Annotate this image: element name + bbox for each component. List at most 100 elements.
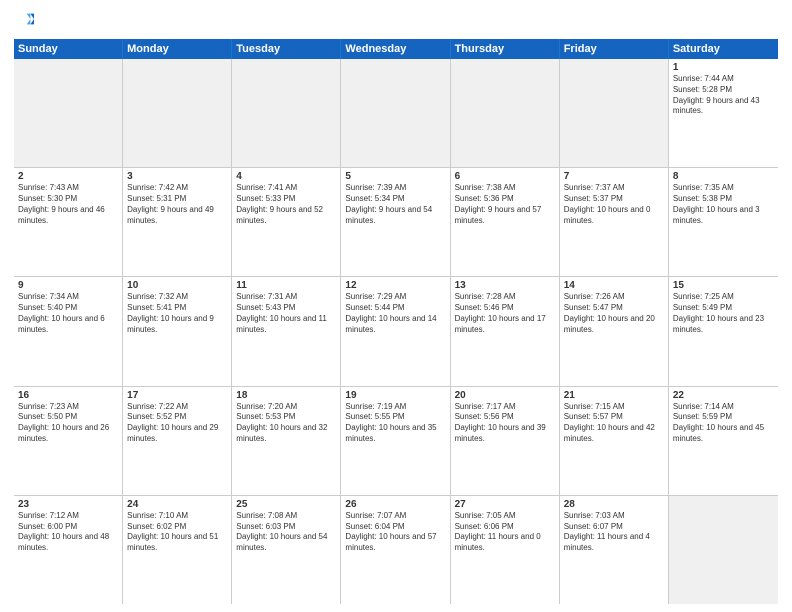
day-number: 9 <box>18 280 118 291</box>
day-cell-20: 20Sunrise: 7:17 AM Sunset: 5:56 PM Dayli… <box>451 387 560 495</box>
day-details: Sunrise: 7:44 AM Sunset: 5:28 PM Dayligh… <box>673 74 774 117</box>
day-cell-21: 21Sunrise: 7:15 AM Sunset: 5:57 PM Dayli… <box>560 387 669 495</box>
calendar-header: SundayMondayTuesdayWednesdayThursdayFrid… <box>14 39 778 59</box>
day-cell-22: 22Sunrise: 7:14 AM Sunset: 5:59 PM Dayli… <box>669 387 778 495</box>
day-number: 10 <box>127 280 227 291</box>
day-number: 13 <box>455 280 555 291</box>
day-details: Sunrise: 7:41 AM Sunset: 5:33 PM Dayligh… <box>236 183 336 226</box>
day-details: Sunrise: 7:25 AM Sunset: 5:49 PM Dayligh… <box>673 292 774 335</box>
logo <box>14 10 34 33</box>
day-details: Sunrise: 7:29 AM Sunset: 5:44 PM Dayligh… <box>345 292 445 335</box>
calendar-row-4: 23Sunrise: 7:12 AM Sunset: 6:00 PM Dayli… <box>14 496 778 604</box>
day-cell-11: 11Sunrise: 7:31 AM Sunset: 5:43 PM Dayli… <box>232 277 341 385</box>
day-number: 20 <box>455 390 555 401</box>
calendar-row-2: 9Sunrise: 7:34 AM Sunset: 5:40 PM Daylig… <box>14 277 778 386</box>
day-details: Sunrise: 7:19 AM Sunset: 5:55 PM Dayligh… <box>345 402 445 445</box>
empty-cell-0-5 <box>560 59 669 167</box>
day-number: 17 <box>127 390 227 401</box>
day-details: Sunrise: 7:32 AM Sunset: 5:41 PM Dayligh… <box>127 292 227 335</box>
day-details: Sunrise: 7:03 AM Sunset: 6:07 PM Dayligh… <box>564 511 664 554</box>
weekday-header-thursday: Thursday <box>451 39 560 59</box>
empty-cell-0-0 <box>14 59 123 167</box>
day-details: Sunrise: 7:14 AM Sunset: 5:59 PM Dayligh… <box>673 402 774 445</box>
day-cell-1: 1Sunrise: 7:44 AM Sunset: 5:28 PM Daylig… <box>669 59 778 167</box>
day-details: Sunrise: 7:37 AM Sunset: 5:37 PM Dayligh… <box>564 183 664 226</box>
calendar-row-3: 16Sunrise: 7:23 AM Sunset: 5:50 PM Dayli… <box>14 387 778 496</box>
day-details: Sunrise: 7:17 AM Sunset: 5:56 PM Dayligh… <box>455 402 555 445</box>
day-number: 14 <box>564 280 664 291</box>
empty-cell-0-4 <box>451 59 560 167</box>
day-details: Sunrise: 7:05 AM Sunset: 6:06 PM Dayligh… <box>455 511 555 554</box>
day-cell-17: 17Sunrise: 7:22 AM Sunset: 5:52 PM Dayli… <box>123 387 232 495</box>
empty-cell-4-6 <box>669 496 778 604</box>
page: SundayMondayTuesdayWednesdayThursdayFrid… <box>0 0 792 612</box>
day-details: Sunrise: 7:08 AM Sunset: 6:03 PM Dayligh… <box>236 511 336 554</box>
day-number: 15 <box>673 280 774 291</box>
day-number: 25 <box>236 499 336 510</box>
day-details: Sunrise: 7:35 AM Sunset: 5:38 PM Dayligh… <box>673 183 774 226</box>
day-number: 1 <box>673 62 774 73</box>
day-cell-19: 19Sunrise: 7:19 AM Sunset: 5:55 PM Dayli… <box>341 387 450 495</box>
weekday-header-sunday: Sunday <box>14 39 123 59</box>
day-number: 18 <box>236 390 336 401</box>
day-cell-13: 13Sunrise: 7:28 AM Sunset: 5:46 PM Dayli… <box>451 277 560 385</box>
day-number: 4 <box>236 171 336 182</box>
day-cell-4: 4Sunrise: 7:41 AM Sunset: 5:33 PM Daylig… <box>232 168 341 276</box>
day-cell-7: 7Sunrise: 7:37 AM Sunset: 5:37 PM Daylig… <box>560 168 669 276</box>
day-number: 21 <box>564 390 664 401</box>
header <box>14 10 778 33</box>
day-cell-12: 12Sunrise: 7:29 AM Sunset: 5:44 PM Dayli… <box>341 277 450 385</box>
day-cell-24: 24Sunrise: 7:10 AM Sunset: 6:02 PM Dayli… <box>123 496 232 604</box>
day-number: 8 <box>673 171 774 182</box>
day-number: 23 <box>18 499 118 510</box>
day-details: Sunrise: 7:20 AM Sunset: 5:53 PM Dayligh… <box>236 402 336 445</box>
weekday-header-friday: Friday <box>560 39 669 59</box>
day-cell-15: 15Sunrise: 7:25 AM Sunset: 5:49 PM Dayli… <box>669 277 778 385</box>
weekday-header-tuesday: Tuesday <box>232 39 341 59</box>
calendar-row-1: 2Sunrise: 7:43 AM Sunset: 5:30 PM Daylig… <box>14 168 778 277</box>
day-number: 7 <box>564 171 664 182</box>
day-number: 6 <box>455 171 555 182</box>
day-number: 5 <box>345 171 445 182</box>
day-cell-23: 23Sunrise: 7:12 AM Sunset: 6:00 PM Dayli… <box>14 496 123 604</box>
day-cell-9: 9Sunrise: 7:34 AM Sunset: 5:40 PM Daylig… <box>14 277 123 385</box>
day-cell-5: 5Sunrise: 7:39 AM Sunset: 5:34 PM Daylig… <box>341 168 450 276</box>
day-cell-3: 3Sunrise: 7:42 AM Sunset: 5:31 PM Daylig… <box>123 168 232 276</box>
day-cell-27: 27Sunrise: 7:05 AM Sunset: 6:06 PM Dayli… <box>451 496 560 604</box>
day-number: 19 <box>345 390 445 401</box>
day-cell-26: 26Sunrise: 7:07 AM Sunset: 6:04 PM Dayli… <box>341 496 450 604</box>
day-number: 12 <box>345 280 445 291</box>
weekday-header-wednesday: Wednesday <box>341 39 450 59</box>
day-cell-6: 6Sunrise: 7:38 AM Sunset: 5:36 PM Daylig… <box>451 168 560 276</box>
day-details: Sunrise: 7:22 AM Sunset: 5:52 PM Dayligh… <box>127 402 227 445</box>
calendar-row-0: 1Sunrise: 7:44 AM Sunset: 5:28 PM Daylig… <box>14 59 778 168</box>
day-details: Sunrise: 7:12 AM Sunset: 6:00 PM Dayligh… <box>18 511 118 554</box>
day-cell-2: 2Sunrise: 7:43 AM Sunset: 5:30 PM Daylig… <box>14 168 123 276</box>
calendar-body: 1Sunrise: 7:44 AM Sunset: 5:28 PM Daylig… <box>14 59 778 604</box>
empty-cell-0-2 <box>232 59 341 167</box>
day-number: 22 <box>673 390 774 401</box>
day-details: Sunrise: 7:42 AM Sunset: 5:31 PM Dayligh… <box>127 183 227 226</box>
weekday-header-monday: Monday <box>123 39 232 59</box>
day-number: 2 <box>18 171 118 182</box>
day-cell-16: 16Sunrise: 7:23 AM Sunset: 5:50 PM Dayli… <box>14 387 123 495</box>
day-details: Sunrise: 7:34 AM Sunset: 5:40 PM Dayligh… <box>18 292 118 335</box>
day-details: Sunrise: 7:28 AM Sunset: 5:46 PM Dayligh… <box>455 292 555 335</box>
day-details: Sunrise: 7:38 AM Sunset: 5:36 PM Dayligh… <box>455 183 555 226</box>
day-details: Sunrise: 7:43 AM Sunset: 5:30 PM Dayligh… <box>18 183 118 226</box>
day-details: Sunrise: 7:23 AM Sunset: 5:50 PM Dayligh… <box>18 402 118 445</box>
day-cell-18: 18Sunrise: 7:20 AM Sunset: 5:53 PM Dayli… <box>232 387 341 495</box>
day-details: Sunrise: 7:07 AM Sunset: 6:04 PM Dayligh… <box>345 511 445 554</box>
day-number: 26 <box>345 499 445 510</box>
day-number: 16 <box>18 390 118 401</box>
calendar: SundayMondayTuesdayWednesdayThursdayFrid… <box>14 39 778 604</box>
day-cell-28: 28Sunrise: 7:03 AM Sunset: 6:07 PM Dayli… <box>560 496 669 604</box>
day-details: Sunrise: 7:39 AM Sunset: 5:34 PM Dayligh… <box>345 183 445 226</box>
day-cell-25: 25Sunrise: 7:08 AM Sunset: 6:03 PM Dayli… <box>232 496 341 604</box>
weekday-header-saturday: Saturday <box>669 39 778 59</box>
logo-icon <box>16 10 34 28</box>
day-number: 28 <box>564 499 664 510</box>
day-details: Sunrise: 7:15 AM Sunset: 5:57 PM Dayligh… <box>564 402 664 445</box>
day-details: Sunrise: 7:26 AM Sunset: 5:47 PM Dayligh… <box>564 292 664 335</box>
day-details: Sunrise: 7:31 AM Sunset: 5:43 PM Dayligh… <box>236 292 336 335</box>
